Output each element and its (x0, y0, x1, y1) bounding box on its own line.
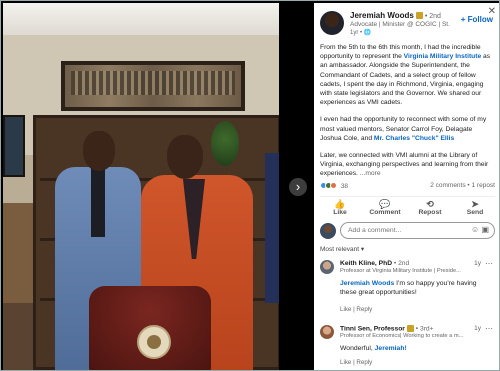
comment-time: 1y (474, 325, 481, 332)
author-name[interactable]: Jeremiah Woods (350, 11, 414, 20)
post-paragraph: Later, we connected with VMI alumni at t… (320, 151, 495, 179)
send-icon: ➤ (471, 199, 479, 209)
post-text-segment: Later, we connected with VMI alumni at t… (320, 152, 489, 178)
current-user-avatar (320, 223, 336, 239)
action-label: Send (466, 209, 484, 216)
comment-repost-counts: 2 comments • 1 repost (430, 182, 495, 189)
commenter-name[interactable]: Tinni Sen, Professor (340, 325, 405, 332)
action-label: Comment (369, 209, 401, 216)
post-detail-panel: ✕ Jeremiah Woods • 2nd Advocate | Ministe… (314, 3, 499, 370)
comments-count[interactable]: 2 comments (430, 182, 465, 189)
comment-reply-button[interactable]: Reply (356, 359, 372, 366)
globe-icon: 🌐 (363, 30, 372, 36)
add-comment-row: ☺ ▣ (320, 222, 495, 240)
comment-text: Wonderful, Jeremiah! (340, 344, 490, 353)
commenter-degree: • 3rd+ (415, 325, 434, 333)
commenter-headline: Professor of Economics| Working to creat… (340, 333, 464, 339)
comment-actions: Like | Reply (340, 359, 373, 366)
reaction-count[interactable]: 38 (341, 183, 348, 190)
verified-badge-icon (415, 12, 423, 20)
post-timestamp: 1yr • 🌐 (350, 29, 371, 36)
next-image-button[interactable]: › (289, 178, 307, 196)
like-button[interactable]: 👍 Like (320, 199, 360, 218)
action-label: Like (333, 209, 347, 216)
photo-person-left-collar (91, 167, 105, 237)
post-author: Jeremiah Woods • 2nd Advocate | Minister … (320, 11, 470, 39)
post-paragraph: I even had the opportunity to reconnect … (320, 115, 495, 143)
photo-chair-seal (137, 325, 171, 359)
follow-button[interactable]: + Follow (461, 15, 493, 24)
mention-link[interactable]: Jeremiah Woods (340, 280, 394, 287)
post-viewer: › ✕ Jeremiah Woods • 2nd Advocate | Minis… (0, 0, 500, 371)
commenter-name-line: Tinni Sen, Professor • 3rd+ (340, 325, 434, 332)
more-options-icon[interactable]: ⋯ (485, 259, 493, 268)
comment-time: 1y (474, 260, 481, 267)
author-avatar[interactable] (320, 11, 344, 35)
reaction-icons[interactable] (320, 182, 337, 191)
image-icon[interactable]: ▣ (481, 225, 489, 234)
comment-sort-dropdown[interactable]: Most relevant ▾ (320, 245, 364, 253)
comment-item: Tinni Sen, Professor • 3rd+ Professor of… (320, 324, 495, 369)
see-more-link[interactable]: ...more (360, 170, 381, 177)
commenter-name[interactable]: Keith Kline, PhD (340, 260, 392, 267)
author-headline: Advocate | Minister @ COGIC | St... (350, 21, 450, 28)
post-photo[interactable] (3, 3, 279, 370)
post-text-segment: as an ambassador. Alongside the Superint… (320, 53, 491, 107)
photo-person-left-head (83, 131, 115, 171)
comment-item: Keith Kline, PhD • 2nd Professor at Virg… (320, 259, 495, 314)
commenter-avatar[interactable] (320, 325, 334, 339)
thumbs-up-icon: 👍 (334, 199, 346, 209)
photo-flag (265, 153, 279, 303)
post-body: From the 5th to the 6th this month, I ha… (320, 43, 495, 187)
commenter-degree: • 2nd (393, 260, 410, 267)
more-options-icon[interactable]: ⋯ (485, 324, 493, 333)
comment-actions: Like | Reply (340, 306, 373, 313)
action-label: Repost (418, 209, 442, 216)
comment-like-button[interactable]: Like (340, 306, 351, 313)
comment-like-button[interactable]: Like (340, 359, 351, 366)
verified-badge-icon (406, 325, 414, 332)
post-time-text: 1yr • (350, 30, 364, 36)
send-button[interactable]: ➤ Send (455, 199, 495, 218)
author-name-line: Jeremiah Woods • 2nd (350, 11, 441, 20)
comment-input-icons: ☺ ▣ (471, 225, 489, 234)
post-paragraph: From the 5th to the 6th this month, I ha… (320, 43, 495, 107)
reposts-count[interactable]: 1 repost (472, 182, 496, 189)
post-actions: 👍 Like 💬 Comment ⟲ Repost ➤ Send (320, 196, 495, 218)
comment-text: Jeremiah Woods I'm so happy you're havin… (340, 279, 490, 297)
social-counts: 38 2 comments • 1 repost (320, 182, 495, 192)
comment-reply-button[interactable]: Reply (356, 306, 372, 313)
photo-plant (211, 121, 239, 166)
mention-link[interactable]: Mr. Charles "Chuck" Ellis (374, 135, 454, 142)
photo-wall-painting (3, 115, 25, 177)
repost-icon: ⟲ (426, 199, 434, 209)
comment-button[interactable]: 💬 Comment (365, 199, 405, 218)
commenter-name-line: Keith Kline, PhD • 2nd (340, 260, 409, 267)
repost-button[interactable]: ⟲ Repost (410, 199, 450, 218)
photo-ceiling (3, 3, 279, 35)
mention-link[interactable]: Jeremiah! (375, 345, 407, 352)
author-degree: • 2nd (424, 13, 441, 20)
emoji-icon[interactable]: ☺ (471, 225, 479, 234)
chevron-right-icon: › (295, 179, 301, 194)
mention-link[interactable]: Virginia Military Institute (404, 53, 482, 60)
commenter-headline: Professor at Virginia Military Institute… (340, 268, 461, 274)
commenter-avatar[interactable] (320, 260, 334, 274)
comment-icon: 💬 (379, 199, 391, 209)
photo-person-right-head (167, 135, 203, 179)
love-reaction-icon (330, 182, 337, 189)
photo-framed-picture (61, 61, 245, 111)
comment-text-body: Wonderful, (340, 345, 375, 352)
